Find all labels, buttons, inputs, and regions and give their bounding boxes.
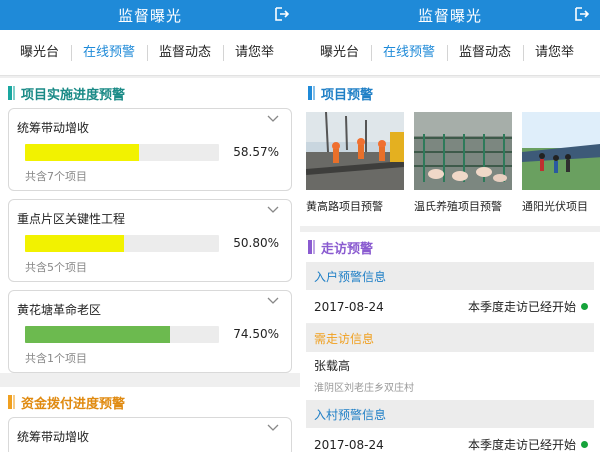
need-visit-person[interactable]: 张载高 淮阴区刘老庄乡双庄村 xyxy=(306,352,594,400)
tab-report[interactable]: 请您举 xyxy=(523,30,586,75)
visit-status: 本季度走访已经开始 xyxy=(467,300,576,314)
photo-card[interactable]: 温氏养殖项目预警 xyxy=(414,112,512,226)
tab-bar: 曝光台 在线预警 监督动态 请您举 xyxy=(300,30,600,76)
progress-fill xyxy=(25,325,170,343)
visit-date: 2017-08-24 xyxy=(314,437,384,452)
section-title: 资金拨付进度预警 xyxy=(0,387,300,417)
progress-warning-section: 项目实施进度预警 统筹带动增收 58.57% 共含7个项目 重点片区关键性工程 … xyxy=(0,78,300,373)
village-warning-row[interactable]: 2017-08-24 本季度走访已经开始 xyxy=(306,428,594,452)
progress-bar xyxy=(25,143,219,161)
progress-fill xyxy=(25,143,139,161)
progress-bar xyxy=(25,325,219,343)
right-screen: 监督曝光 曝光台 在线预警 监督动态 请您举 项目预警 黄高路项目预警 温氏养殖… xyxy=(300,0,600,452)
household-warning-row[interactable]: 2017-08-24 本季度走访已经开始 xyxy=(306,290,594,324)
project-count: 共含5个项目 xyxy=(25,261,87,274)
card-name: 统筹带动增收 xyxy=(17,121,90,135)
photo-caption: 通阳光伏项目 xyxy=(522,200,588,213)
section-title: 项目实施进度预警 xyxy=(0,78,300,108)
household-warning-header: 入户预警信息 xyxy=(306,262,594,290)
logout-icon[interactable] xyxy=(574,6,590,22)
screenshot-stage: 监督曝光 曝光台 在线预警 监督动态 请您举 项目实施进度预警 统筹带动增收 5… xyxy=(0,0,600,452)
tab-exposure[interactable]: 曝光台 xyxy=(300,30,371,75)
progress-percent: 50.80% xyxy=(233,236,279,250)
section-marker-icon xyxy=(8,395,15,409)
section-title: 项目预警 xyxy=(300,78,600,108)
pig-farm-photo xyxy=(414,112,512,190)
section-title-text: 资金拨付进度预警 xyxy=(21,396,126,412)
visit-list: 入户预警信息 2017-08-24 本季度走访已经开始 需走访信息 张载高 淮阴… xyxy=(300,262,600,452)
app-title: 监督曝光 xyxy=(117,6,182,25)
status-dot-icon xyxy=(581,441,588,448)
tab-bar: 曝光台 在线预警 监督动态 请您举 xyxy=(0,30,300,76)
visit-warning-section: 走访预警 入户预警信息 2017-08-24 本季度走访已经开始 需走访信息 张… xyxy=(300,232,600,452)
tab-exposure[interactable]: 曝光台 xyxy=(0,30,71,75)
progress-bar xyxy=(25,234,219,252)
card-name: 统筹带动增收 xyxy=(17,430,90,444)
card-name: 黄花塘革命老区 xyxy=(17,303,102,317)
app-title: 监督曝光 xyxy=(417,6,482,25)
section-title-text: 走访预警 xyxy=(321,241,374,257)
chevron-down-icon[interactable] xyxy=(267,424,279,432)
funding-card[interactable]: 统筹带动增收 xyxy=(8,417,292,452)
status-dot-icon xyxy=(581,303,588,310)
section-marker-icon xyxy=(8,86,15,100)
logout-icon[interactable] xyxy=(274,6,290,22)
section-title-text: 项目预警 xyxy=(321,87,374,103)
tab-report[interactable]: 请您举 xyxy=(223,30,286,75)
visit-date: 2017-08-24 xyxy=(314,299,384,314)
section-marker-icon xyxy=(308,86,315,100)
project-warning-section: 项目预警 黄高路项目预警 温氏养殖项目预警 通阳光伏项目 xyxy=(300,78,600,226)
photo-card[interactable]: 黄高路项目预警 xyxy=(306,112,404,226)
progress-card[interactable]: 黄花塘革命老区 74.50% 共含1个项目 xyxy=(8,290,292,373)
progress-percent: 58.57% xyxy=(233,145,279,159)
tab-online-warning[interactable]: 在线预警 xyxy=(71,30,147,75)
project-count: 共含7个项目 xyxy=(25,170,87,183)
card-name: 重点片区关键性工程 xyxy=(17,212,126,226)
progress-fill xyxy=(25,234,124,252)
tab-supervision-news[interactable]: 监督动态 xyxy=(447,30,523,75)
progress-percent: 74.50% xyxy=(233,327,279,341)
village-warning-header: 入村预警信息 xyxy=(306,400,594,428)
photo-caption: 温氏养殖项目预警 xyxy=(414,200,502,213)
funding-warning-section: 资金拨付进度预警 统筹带动增收 xyxy=(0,387,300,452)
photo-caption: 黄高路项目预警 xyxy=(306,200,383,213)
chevron-down-icon[interactable] xyxy=(267,115,279,123)
person-name: 张载高 xyxy=(314,359,351,373)
tab-supervision-news[interactable]: 监督动态 xyxy=(147,30,223,75)
progress-card[interactable]: 重点片区关键性工程 50.80% 共含5个项目 xyxy=(8,199,292,282)
section-title: 走访预警 xyxy=(300,232,600,262)
section-title-text: 项目实施进度预警 xyxy=(21,87,126,103)
progress-card[interactable]: 统筹带动增收 58.57% 共含7个项目 xyxy=(8,108,292,191)
tab-online-warning[interactable]: 在线预警 xyxy=(371,30,447,75)
chevron-down-icon[interactable] xyxy=(267,206,279,214)
app-bar: 监督曝光 xyxy=(0,0,300,30)
section-marker-icon xyxy=(308,240,315,254)
photo-strip: 黄高路项目预警 温氏养殖项目预警 通阳光伏项目 xyxy=(300,108,600,226)
solar-field-photo xyxy=(522,112,600,190)
left-screen: 监督曝光 曝光台 在线预警 监督动态 请您举 项目实施进度预警 统筹带动增收 5… xyxy=(0,0,300,452)
chevron-down-icon[interactable] xyxy=(267,297,279,305)
project-count: 共含1个项目 xyxy=(25,352,87,365)
road-construction-photo xyxy=(306,112,404,190)
photo-card[interactable]: 通阳光伏项目 xyxy=(522,112,600,226)
need-visit-header: 需走访信息 xyxy=(306,324,594,352)
visit-status: 本季度走访已经开始 xyxy=(467,438,576,452)
app-bar: 监督曝光 xyxy=(300,0,600,30)
person-address: 淮阴区刘老庄乡双庄村 xyxy=(314,383,414,394)
